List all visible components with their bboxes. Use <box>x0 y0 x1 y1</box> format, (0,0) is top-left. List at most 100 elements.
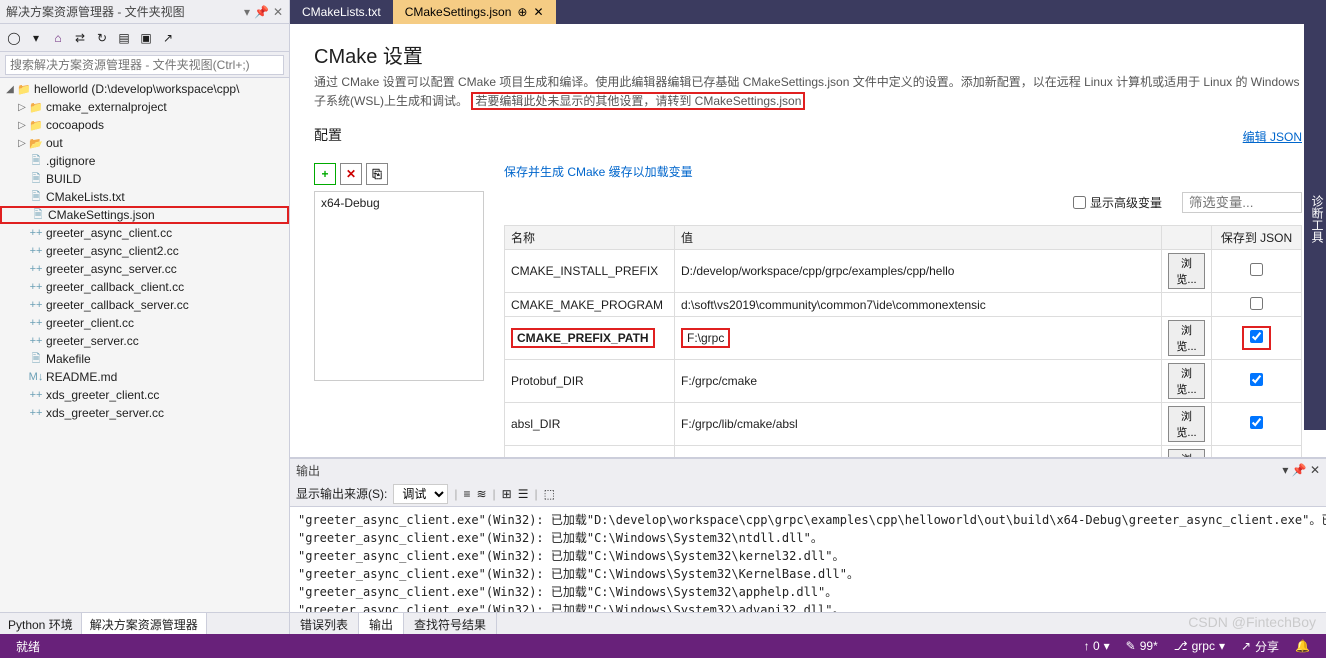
output-source-select[interactable]: 调试 <box>393 484 448 504</box>
left-bottom-tabs: Python 环境 解决方案资源管理器 <box>0 612 289 634</box>
tree-item[interactable]: ++greeter_server.cc <box>0 332 289 350</box>
diagnostics-sidebar[interactable]: 诊断工具 <box>1304 0 1326 430</box>
browse-button[interactable]: 浏览... <box>1168 406 1205 442</box>
status-branch[interactable]: ⎇ grpc ▾ <box>1166 639 1233 653</box>
edit-json-link[interactable]: 编辑 JSON <box>1243 128 1302 145</box>
home-icon[interactable]: ⌂ <box>48 28 68 48</box>
file-tree: ◢ 📁 helloworld (D:\develop\workspace\cpp… <box>0 78 289 612</box>
tree-item[interactable]: ▷📁cmake_externalproject <box>0 98 289 116</box>
page-title: CMake 设置 <box>314 40 1302 69</box>
folder-icon: 📁 <box>16 83 32 96</box>
tab-python-env[interactable]: Python 环境 <box>0 613 82 634</box>
table-row[interactable]: CMAKE_PREFIX_PATHF:\grpc浏览... <box>505 317 1302 360</box>
table-row[interactable]: CMAKE_INSTALL_PREFIXD:/develop/workspace… <box>505 250 1302 293</box>
tree-item[interactable]: ++greeter_async_server.cc <box>0 260 289 278</box>
pin-icon[interactable]: ⊕ <box>517 5 527 19</box>
highlighted-hint: 若要编辑此处未显示的其他设置，请转到 CMakeSettings.json <box>471 92 805 110</box>
status-bell[interactable]: 🔔 <box>1287 639 1318 653</box>
tree-item[interactable]: ++greeter_async_client.cc <box>0 224 289 242</box>
search-input[interactable] <box>5 55 284 75</box>
status-ready: 就绪 <box>8 638 48 655</box>
tab-output[interactable]: 输出 <box>359 613 404 634</box>
browse-button[interactable]: 浏览... <box>1168 253 1205 289</box>
page-description: 通过 CMake 设置可以配置 CMake 项目生成和编译。使用此编辑器编辑已存… <box>314 73 1302 111</box>
tree-item[interactable]: ▷📁cocoapods <box>0 116 289 134</box>
col-browse <box>1162 226 1212 250</box>
tree-root[interactable]: ◢ 📁 helloworld (D:\develop\workspace\cpp… <box>0 80 289 98</box>
panel-title: 解决方案资源管理器 - 文件夹视图 <box>6 3 240 20</box>
tree-item[interactable]: ++greeter_async_client2.cc <box>0 242 289 260</box>
tree-item[interactable]: 🗎CMakeLists.txt <box>0 188 289 206</box>
solution-explorer-panel: 解决方案资源管理器 - 文件夹视图 ▾ 📌 ✕ ◯ ▾ ⌂ ⇄ ↻ ▤ ▣ ↗ … <box>0 0 290 634</box>
col-name: 名称 <box>505 226 675 250</box>
output-text[interactable]: "greeter_async_client.exe"(Win32): 已加载"D… <box>290 507 1326 612</box>
pin-icon[interactable]: 📌 <box>254 5 269 19</box>
refresh-icon[interactable]: ↻ <box>92 28 112 48</box>
status-share[interactable]: ↗ 分享 <box>1233 638 1287 655</box>
collapse-icon[interactable]: ▣ <box>136 28 156 48</box>
document-tabs: CMakeLists.txt CMakeSettings.json ⊕ ✕ ⚙ <box>290 0 1326 24</box>
tree-item[interactable]: ++greeter_client.cc <box>0 314 289 332</box>
wrap-icon[interactable]: ≋ <box>476 487 486 501</box>
tab-solution-explorer[interactable]: 解决方案资源管理器 <box>82 613 207 634</box>
tool3-icon[interactable]: ⬚ <box>544 487 555 501</box>
panel-title-bar: 解决方案资源管理器 - 文件夹视图 ▾ 📌 ✕ <box>0 0 289 24</box>
tree-item[interactable]: 🗎Makefile <box>0 350 289 368</box>
col-save: 保存到 JSON <box>1212 226 1302 250</box>
status-changes[interactable]: ↑ 0 ▾ <box>1076 639 1118 653</box>
table-row[interactable]: CMAKE_MAKE_PROGRAMd:\soft\vs2019\communi… <box>505 293 1302 317</box>
tree-item[interactable]: ▷📂out <box>0 134 289 152</box>
add-config-button[interactable]: + <box>314 163 336 185</box>
show-advanced-checkbox[interactable]: 显示高级变量 <box>1073 194 1162 211</box>
tree-root-label: helloworld (D:\develop\workspace\cpp\ <box>34 82 239 96</box>
tree-item[interactable]: 🗎BUILD <box>0 170 289 188</box>
config-item[interactable]: x64-Debug <box>321 196 477 210</box>
tab-find-symbol[interactable]: 查找符号结果 <box>404 613 497 634</box>
status-bar: 就绪 ↑ 0 ▾ ✎ 99* ⎇ grpc ▾ ↗ 分享 🔔 <box>0 634 1326 658</box>
tool-icon[interactable]: ⊞ <box>502 487 512 501</box>
remove-config-button[interactable]: ✕ <box>340 163 362 185</box>
table-row[interactable]: Protobuf_DIRF:/grpc/cmake浏览... <box>505 360 1302 403</box>
tab-cmakesettings[interactable]: CMakeSettings.json ⊕ ✕ <box>393 0 556 24</box>
cmake-settings-editor: CMake 设置 通过 CMake 设置可以配置 CMake 项目生成和编译。使… <box>290 24 1326 458</box>
switch-view-icon[interactable]: ⇄ <box>70 28 90 48</box>
fwd-icon[interactable]: ▾ <box>26 28 46 48</box>
tree-item[interactable]: ++xds_greeter_server.cc <box>0 404 289 422</box>
table-row[interactable]: absl_DIRF:/grpc/lib/cmake/absl浏览... <box>505 403 1302 446</box>
output-panel: 输出 ▾ 📌 ✕ 显示输出来源(S): 调试 | ≡ ≋ | ⊞ ☰ | ⬚ "… <box>290 458 1326 634</box>
status-pencil[interactable]: ✎ 99* <box>1118 639 1166 653</box>
clear-icon[interactable]: ≡ <box>463 487 470 501</box>
right-panel: CMakeLists.txt CMakeSettings.json ⊕ ✕ ⚙ … <box>290 0 1326 634</box>
dropdown-icon[interactable]: ▾ <box>244 5 250 19</box>
tab-error-list[interactable]: 错误列表 <box>290 613 359 634</box>
cache-hint: 保存并生成 CMake 缓存以加载变量 <box>504 163 1302 180</box>
tab-cmakelists[interactable]: CMakeLists.txt <box>290 0 393 24</box>
watermark: CSDN @FintechBoy <box>1188 614 1316 630</box>
show-all-icon[interactable]: ▤ <box>114 28 134 48</box>
table-row[interactable]: gRPC_DIRF:/grpc/lib/cmake/grpc浏览... <box>505 446 1302 458</box>
back-icon[interactable]: ◯ <box>4 28 24 48</box>
explorer-toolbar: ◯ ▾ ⌂ ⇄ ↻ ▤ ▣ ↗ <box>0 24 289 52</box>
close-icon[interactable]: ✕ <box>273 5 283 19</box>
config-list[interactable]: x64-Debug <box>314 191 484 381</box>
save-cache-link[interactable]: 保存并生成 CMake 缓存以加载变量 <box>504 165 693 179</box>
dropdown-icon[interactable]: ▾ 📌 ✕ <box>1282 463 1320 477</box>
browse-button[interactable]: 浏览... <box>1168 449 1205 458</box>
output-title: 输出 <box>296 462 320 479</box>
browse-button[interactable]: 浏览... <box>1168 320 1205 356</box>
search-box <box>0 52 289 78</box>
tree-item[interactable]: 🗎CMakeSettings.json <box>0 206 289 224</box>
tool2-icon[interactable]: ☰ <box>518 487 529 501</box>
expand-icon[interactable]: ◢ <box>4 84 16 95</box>
filter-input[interactable] <box>1182 192 1302 213</box>
browse-button[interactable]: 浏览... <box>1168 363 1205 399</box>
copy-config-button[interactable]: ⎘ <box>366 163 388 185</box>
close-icon[interactable]: ✕ <box>533 5 543 19</box>
tree-item[interactable]: M↓README.md <box>0 368 289 386</box>
tree-item[interactable]: ++greeter_callback_server.cc <box>0 296 289 314</box>
props-icon[interactable]: ↗ <box>158 28 178 48</box>
tree-item[interactable]: ++xds_greeter_client.cc <box>0 386 289 404</box>
output-tabs: 错误列表 输出 查找符号结果 <box>290 612 1326 634</box>
tree-item[interactable]: ++greeter_callback_client.cc <box>0 278 289 296</box>
tree-item[interactable]: 🗎.gitignore <box>0 152 289 170</box>
